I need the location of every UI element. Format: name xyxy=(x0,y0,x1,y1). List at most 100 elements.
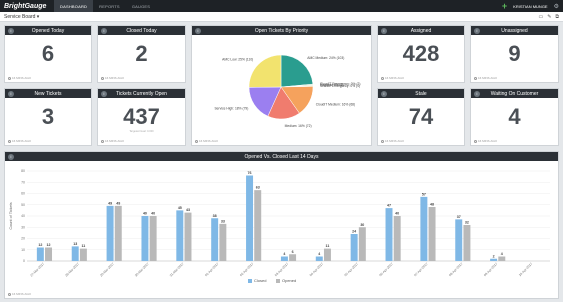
info-icon[interactable]: i xyxy=(381,27,387,34)
closed-bar[interactable] xyxy=(71,246,79,261)
tab-dashboard[interactable]: DASHBOARD xyxy=(54,0,94,12)
brightgauge-logo[interactable]: BrightGauge xyxy=(0,3,54,10)
closed-bar[interactable] xyxy=(280,256,288,262)
bar-value-label: 4 xyxy=(283,252,285,256)
plus-icon[interactable]: + xyxy=(502,0,507,12)
tickets-open-widget[interactable]: i Tickets Currently Open 437 Targeted Goa… xyxy=(97,88,186,146)
closed-bar[interactable] xyxy=(385,208,393,261)
info-icon[interactable]: i xyxy=(8,27,14,34)
widget-value: 428 xyxy=(402,41,440,66)
closed-bar[interactable] xyxy=(36,247,44,262)
widget-value: 9 xyxy=(508,41,521,66)
bar-value-label: 45 xyxy=(178,206,182,210)
waiting-on-customer-widget[interactable]: i Waiting On Customer 4 16 MINS AGO xyxy=(470,88,559,146)
bar-value-label: 57 xyxy=(422,192,426,196)
closed-bar[interactable] xyxy=(141,216,149,261)
closed-bar[interactable] xyxy=(246,175,254,262)
comment-icon[interactable]: ✎ xyxy=(547,14,551,20)
closed-bar[interactable] xyxy=(106,205,114,261)
y-tick-label: 30 xyxy=(21,225,25,229)
opened-bar[interactable] xyxy=(149,216,157,261)
opened-bar[interactable] xyxy=(45,247,53,262)
info-icon[interactable]: i xyxy=(101,90,107,97)
open-tickets-priority-widget[interactable]: i Open Tickets By Priority AMC Medium: 24… xyxy=(191,25,372,146)
stale-widget[interactable]: i Stale 74 16 MINS AGO xyxy=(377,88,465,146)
bar-value-label: 12 xyxy=(47,243,51,247)
bar-value-label: 47 xyxy=(387,204,391,208)
y-tick-label: 60 xyxy=(21,192,25,196)
info-icon[interactable]: i xyxy=(8,90,14,97)
clock-icon xyxy=(381,76,384,80)
opened-bar[interactable] xyxy=(323,248,331,261)
info-icon[interactable]: i xyxy=(474,27,480,34)
y-tick-label: 70 xyxy=(21,180,25,184)
pie-slice[interactable] xyxy=(248,54,282,88)
clock-icon xyxy=(195,139,198,143)
pie-slice-label: AMC Medium: 24% (103) xyxy=(307,56,344,60)
info-icon[interactable]: i xyxy=(8,153,14,160)
y-tick-label: 50 xyxy=(21,203,25,207)
closed-today-widget[interactable]: i Closed Today 2 16 MINS AGO xyxy=(97,25,186,83)
widget-timestamp: 16 MINS AGO xyxy=(381,139,404,143)
widget-timestamp: 16 MINS AGO xyxy=(101,139,124,143)
widget-timestamp: 16 MINS AGO xyxy=(474,76,497,80)
widget-timestamp: 16 MINS AGO xyxy=(381,76,404,80)
opened-bar[interactable] xyxy=(358,227,366,261)
unassigned-widget[interactable]: i Unassigned 9 16 MINS AGO xyxy=(470,25,559,83)
assigned-widget[interactable]: i Assigned 428 16 MINS AGO xyxy=(377,25,465,83)
tab-gauges[interactable]: GAUGES xyxy=(126,0,156,12)
widget-value: 2 xyxy=(135,41,148,66)
x-tick-label: 05-Apr-2017 xyxy=(344,262,360,278)
opened-bar[interactable] xyxy=(79,248,87,261)
widget-value: 3 xyxy=(41,104,55,129)
x-tick-label: 04-Apr-2017 xyxy=(309,262,325,278)
new-tickets-widget[interactable]: i New Tickets 3 16 MINS AGO xyxy=(4,88,92,146)
pie-slice-label: Service Emergency: 0% (1) xyxy=(320,84,360,88)
closed-bar[interactable] xyxy=(176,210,184,261)
opened-today-widget[interactable]: i Opened Today 6 16 MINS AGO xyxy=(4,25,92,83)
opened-bar[interactable] xyxy=(184,212,192,261)
link-icon[interactable]: ⧉ xyxy=(555,14,559,20)
opened-bar[interactable] xyxy=(254,190,262,261)
board-selector[interactable]: Service Board ▾ xyxy=(0,14,39,20)
opened-bar[interactable] xyxy=(114,205,122,261)
closed-bar[interactable] xyxy=(211,218,219,261)
opened-bar[interactable] xyxy=(393,216,401,261)
opened-closed-bar-chart: 0 10 20 30 40 50 60 70 80 Count of Tickets 12 12 27-… xyxy=(9,169,550,283)
y-tick-label: 20 xyxy=(21,237,25,241)
y-axis-label: Count of Tickets xyxy=(9,202,13,229)
x-tick-label: 03-Apr-2017 xyxy=(274,262,290,278)
widget-timestamp: 16 MINS AGO xyxy=(8,139,31,143)
closed-bar[interactable] xyxy=(455,219,463,261)
tv-icon[interactable]: ▭ xyxy=(538,14,543,20)
info-icon[interactable]: i xyxy=(381,90,387,97)
pie-slice-label: CloudIT Medium: 16% (68) xyxy=(316,103,355,107)
widget-title: Opened Vs. Closed Last 14 Days xyxy=(244,153,319,160)
bar-value-label: 37 xyxy=(457,215,461,219)
widget-timestamp: 16 MINS AGO xyxy=(8,76,31,80)
x-tick-label: 01-Apr-2017 xyxy=(204,262,220,278)
goal-caption: Targeted Goal: 0.000 xyxy=(129,130,154,133)
info-icon[interactable]: i xyxy=(195,27,201,34)
closed-bar[interactable] xyxy=(315,256,323,262)
user-menu[interactable]: KRISTIAN MUNGE xyxy=(513,4,547,9)
info-icon[interactable]: i xyxy=(474,90,480,97)
opened-vs-closed-widget[interactable]: i Opened Vs. Closed Last 14 Days 0 10 20 30 4… xyxy=(4,151,559,299)
gear-icon[interactable]: ⚙ xyxy=(554,3,559,10)
legend-label[interactable]: Closed xyxy=(254,278,266,283)
priority-pie-chart: AMC Medium: 24% (103)CloudIT Emergency: … xyxy=(214,54,361,128)
info-icon[interactable]: i xyxy=(101,27,107,34)
closed-bar[interactable] xyxy=(420,196,428,261)
opened-bar[interactable] xyxy=(498,256,506,262)
opened-bar[interactable] xyxy=(428,207,436,261)
closed-bar[interactable] xyxy=(490,258,498,261)
legend-label[interactable]: Opened xyxy=(282,278,296,283)
tab-reports[interactable]: REPORTS xyxy=(93,0,126,12)
x-tick-label: 09-Apr-2017 xyxy=(483,262,499,278)
clock-icon xyxy=(8,292,11,296)
closed-bar[interactable] xyxy=(350,234,358,261)
opened-bar[interactable] xyxy=(463,225,471,261)
widget-title: New Tickets xyxy=(34,90,62,97)
opened-bar[interactable] xyxy=(219,223,227,261)
opened-bar[interactable] xyxy=(289,254,297,261)
